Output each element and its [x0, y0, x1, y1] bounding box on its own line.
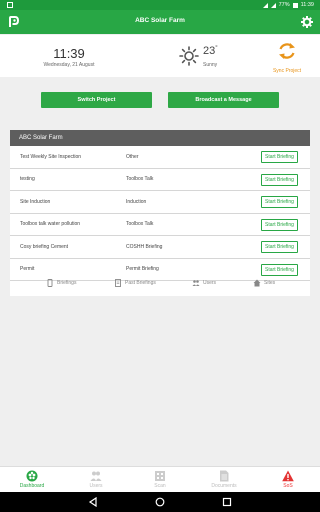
- start-briefing-button[interactable]: Start Briefing: [261, 173, 298, 186]
- info-card: 11:39 Wednesday, 21 August 23° Sunny Syn…: [0, 35, 320, 77]
- briefing-type: COSHH Briefing: [126, 243, 163, 250]
- start-briefing-button[interactable]: Start Briefing: [261, 241, 298, 253]
- briefing-type: Toolbox Talk: [126, 221, 154, 228]
- briefing-type: Induction: [126, 198, 147, 205]
- sync-icon: [279, 43, 295, 59]
- nav-documents[interactable]: Documents: [204, 470, 244, 489]
- app-title: ABC Solar Farm: [135, 17, 185, 24]
- back-icon[interactable]: [88, 497, 98, 507]
- briefing-type: Other: [126, 153, 139, 160]
- nav-scan[interactable]: Scan: [140, 470, 180, 489]
- briefing-row: Cosy briefing Cement COSHH Briefing Star…: [10, 236, 310, 259]
- start-briefing-button[interactable]: Start Briefing: [261, 151, 298, 163]
- panel-tabs: Briefings Past Briefings Users Sites: [10, 270, 310, 296]
- panel-title: ABC Solar Farm: [10, 130, 310, 146]
- scan-icon: [155, 471, 165, 481]
- wifi-icon: [262, 2, 268, 8]
- broadcast-message-button[interactable]: Broadcast a Message: [168, 92, 279, 108]
- battery-level: 77%: [278, 2, 290, 8]
- briefing-name: testing: [20, 176, 35, 183]
- sun-icon: [179, 46, 199, 66]
- gear-icon[interactable]: [300, 15, 314, 29]
- status-icons: 77% 11:39: [262, 2, 314, 8]
- temperature: 23°: [203, 45, 218, 57]
- nav-users[interactable]: Users: [76, 470, 116, 489]
- briefing-row: Site Induction Induction Start Briefing: [10, 191, 310, 214]
- briefing-row: Test Weekly Site Inspection Other Start …: [10, 146, 310, 169]
- home-icon: [253, 279, 261, 287]
- sync-project-button[interactable]: Sync Project: [267, 41, 307, 75]
- tab-sites[interactable]: Sites: [253, 279, 275, 287]
- weather-condition: Sunny: [203, 62, 218, 68]
- sync-project-label: Sync Project: [272, 68, 302, 74]
- switch-project-button[interactable]: Switch Project: [41, 92, 152, 108]
- home-button-icon[interactable]: [155, 497, 165, 507]
- dashboard-icon: [26, 470, 38, 482]
- documents-icon: [220, 470, 229, 482]
- nav-dashboard[interactable]: Dashboard: [12, 470, 52, 489]
- briefing-type: Toolbox Talk: [126, 176, 154, 183]
- battery-icon: [292, 2, 298, 8]
- bottom-nav: Dashboard Users Scan Documents SoS: [0, 466, 320, 492]
- tab-past-briefings[interactable]: Past Briefings: [114, 279, 156, 287]
- app-notification-icon: [7, 2, 13, 10]
- tab-briefings[interactable]: Briefings: [46, 279, 76, 287]
- users-icon: [90, 471, 102, 481]
- briefing-row: Toolbox talk water pollution Toolbox Tal…: [10, 214, 310, 236]
- briefing-name: Site Induction: [20, 198, 51, 205]
- briefing-row: testing Toolbox Talk Start Briefing: [10, 169, 310, 191]
- briefing-name: Cosy briefing Cement: [20, 243, 69, 250]
- tab-users[interactable]: Users: [192, 279, 216, 287]
- system-nav-bar: [0, 492, 320, 512]
- status-clock: 11:39: [300, 2, 314, 8]
- start-briefing-button[interactable]: Start Briefing: [261, 196, 298, 208]
- briefing-name: Toolbox talk water pollution: [20, 221, 81, 228]
- signal-icon: [270, 2, 276, 8]
- document-icon: [115, 279, 121, 287]
- current-time: 11:39: [53, 46, 85, 61]
- phone-icon: [47, 279, 53, 287]
- briefings-panel: ABC Solar Farm Test Weekly Site Inspecti…: [10, 130, 310, 296]
- status-bar: 77% 11:39: [0, 0, 320, 10]
- users-icon: [192, 280, 200, 286]
- app-bar: ABC Solar Farm: [0, 10, 320, 34]
- recents-icon[interactable]: [222, 497, 232, 507]
- current-date: Wednesday, 21 August: [43, 62, 95, 68]
- briefing-name: Test Weekly Site Inspection: [20, 153, 82, 160]
- nav-sos[interactable]: SoS: [268, 470, 308, 489]
- warning-icon: [282, 470, 294, 482]
- start-briefing-button[interactable]: Start Briefing: [261, 218, 298, 231]
